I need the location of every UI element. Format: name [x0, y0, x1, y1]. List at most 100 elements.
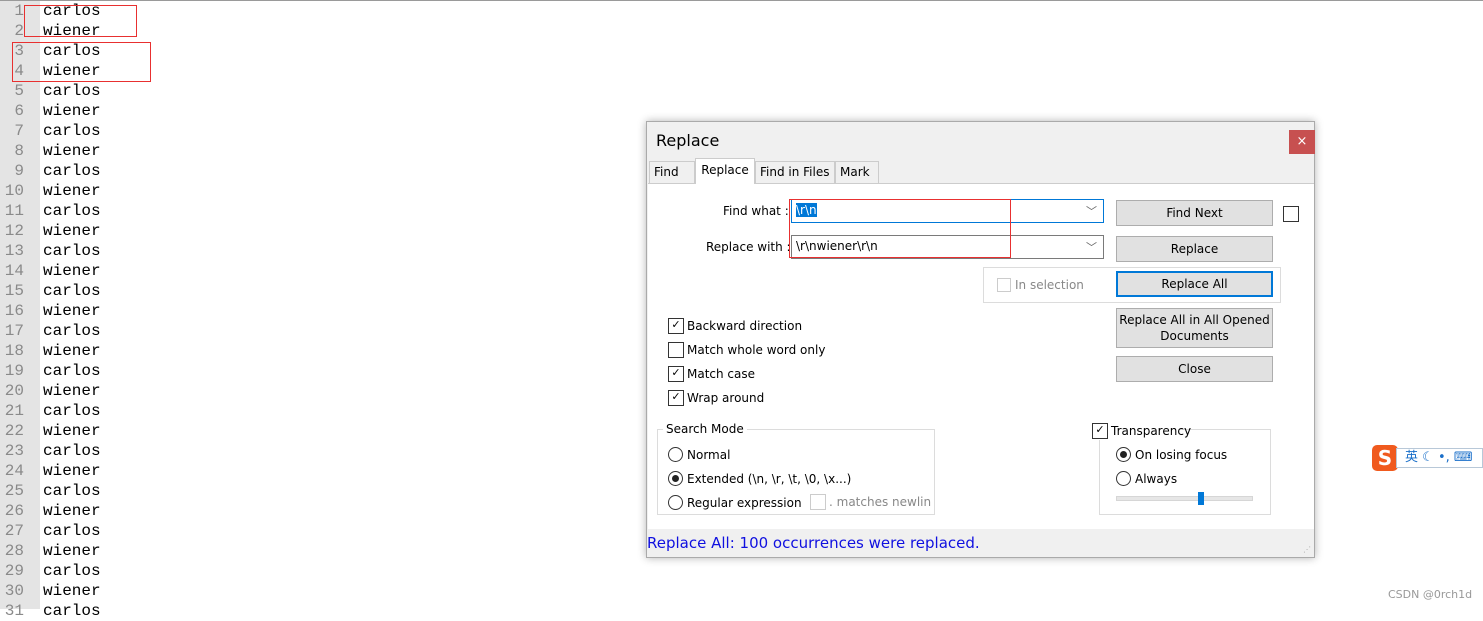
editor-line[interactable]: 6 wiener — [0, 101, 300, 121]
regex-label: Regular expression — [687, 496, 802, 510]
normal-radio[interactable] — [668, 447, 683, 462]
line-number: 7 — [14, 122, 24, 140]
always-label: Always — [1135, 472, 1178, 486]
line-text: wiener — [43, 382, 101, 400]
line-text: carlos — [43, 402, 101, 420]
matches-newline-checkbox[interactable] — [810, 494, 826, 510]
line-text: wiener — [43, 302, 101, 320]
line-text: wiener — [43, 582, 101, 600]
chevron-down-icon[interactable]: ﹀ — [1086, 239, 1097, 255]
line-number: 16 — [4, 302, 24, 320]
keyboard-icon[interactable]: ⌨ — [1454, 450, 1473, 465]
editor-line[interactable]: 22 wiener — [0, 421, 300, 441]
editor-line[interactable]: 9 carlos — [0, 161, 300, 181]
chevron-down-icon[interactable]: ﹀ — [1086, 203, 1097, 219]
on-losing-focus-radio[interactable] — [1116, 447, 1131, 462]
line-number: 1 — [14, 2, 24, 20]
line-text: carlos — [43, 482, 101, 500]
editor-line[interactable]: 29 carlos — [0, 561, 300, 581]
replace-all-opened-button[interactable]: Replace All in All Opened Documents — [1116, 308, 1273, 348]
editor-line[interactable]: 8 wiener — [0, 141, 300, 161]
editor-line[interactable]: 28 wiener — [0, 541, 300, 561]
editor-line[interactable]: 10 wiener — [0, 181, 300, 201]
replace-all-button[interactable]: Replace All — [1116, 271, 1273, 297]
tab-replace[interactable]: Replace — [695, 158, 755, 184]
option-checkbox[interactable] — [668, 342, 684, 358]
extended-radio[interactable] — [668, 471, 683, 486]
always-radio[interactable] — [1116, 471, 1131, 486]
editor-line[interactable]: 31 carlos — [0, 601, 300, 621]
line-text: wiener — [43, 462, 101, 480]
moon-icon[interactable]: ☾ — [1422, 450, 1434, 465]
line-text: wiener — [43, 422, 101, 440]
slider-thumb[interactable] — [1198, 492, 1205, 505]
ime-toolbar[interactable]: S 英 ☾ •, ⌨ — [1372, 445, 1483, 471]
line-number: 5 — [14, 82, 24, 100]
tab-find[interactable]: Find — [649, 161, 695, 183]
line-text: carlos — [43, 82, 101, 100]
editor-line[interactable]: 21 carlos — [0, 401, 300, 421]
option-checkbox[interactable]: ✓ — [668, 318, 684, 334]
editor-line[interactable]: 11 carlos — [0, 201, 300, 221]
line-number: 19 — [4, 362, 24, 380]
editor-line[interactable]: 25 carlos — [0, 481, 300, 501]
line-number: 25 — [4, 482, 24, 500]
line-number: 2 — [14, 22, 24, 40]
editor-line[interactable]: 16 wiener — [0, 301, 300, 321]
editor-line[interactable]: 17 carlos — [0, 321, 300, 341]
find-next-button[interactable]: Find Next — [1116, 200, 1273, 226]
extra-checkbox[interactable] — [1283, 206, 1299, 222]
line-number: 29 — [4, 562, 24, 580]
line-text: carlos — [43, 562, 101, 580]
editor-line[interactable]: 30 wiener — [0, 581, 300, 601]
editor-line[interactable]: 24 wiener — [0, 461, 300, 481]
resize-grip-icon[interactable]: ⋰ — [1303, 545, 1311, 554]
editor-line[interactable]: 26 wiener — [0, 501, 300, 521]
line-text: carlos — [43, 442, 101, 460]
in-selection-label: In selection — [1015, 278, 1084, 292]
option-checkbox[interactable]: ✓ — [668, 366, 684, 382]
line-number: 15 — [4, 282, 24, 300]
editor-line[interactable]: 18 wiener — [0, 341, 300, 361]
line-number: 13 — [4, 242, 24, 260]
line-text: carlos — [43, 602, 101, 620]
normal-label: Normal — [687, 448, 731, 462]
replace-with-label: Replace with : — [706, 240, 791, 254]
line-number: 20 — [4, 382, 24, 400]
line-text: carlos — [43, 162, 101, 180]
tab-mark[interactable]: Mark — [835, 161, 879, 183]
editor-line[interactable]: 15 carlos — [0, 281, 300, 301]
replace-button[interactable]: Replace — [1116, 236, 1273, 262]
line-text: wiener — [43, 222, 101, 240]
transparency-label: Transparency — [1111, 424, 1192, 438]
line-text: wiener — [43, 542, 101, 560]
line-text: carlos — [43, 282, 101, 300]
editor-line[interactable]: 27 carlos — [0, 521, 300, 541]
punctuation-icon[interactable]: •, — [1438, 450, 1450, 465]
transparency-checkbox[interactable]: ✓ — [1092, 423, 1108, 439]
editor-line[interactable]: 7 carlos — [0, 121, 300, 141]
editor-line[interactable]: 12 wiener — [0, 221, 300, 241]
line-text: carlos — [43, 202, 101, 220]
line-text: carlos — [43, 362, 101, 380]
annotation-box — [24, 5, 137, 37]
line-number: 17 — [4, 322, 24, 340]
close-button[interactable]: Close — [1116, 356, 1273, 382]
editor-line[interactable]: 19 carlos — [0, 361, 300, 381]
line-text: wiener — [43, 182, 101, 200]
line-number: 30 — [4, 582, 24, 600]
regex-radio[interactable] — [668, 495, 683, 510]
find-what-label: Find what : — [723, 204, 789, 218]
line-number: 21 — [4, 402, 24, 420]
transparency-slider[interactable] — [1116, 492, 1253, 505]
editor-line[interactable]: 13 carlos — [0, 241, 300, 261]
close-icon[interactable]: × — [1289, 130, 1315, 154]
editor-line[interactable]: 23 carlos — [0, 441, 300, 461]
option-checkbox[interactable]: ✓ — [668, 390, 684, 406]
in-selection-checkbox[interactable] — [997, 278, 1011, 292]
editor-line[interactable]: 20 wiener — [0, 381, 300, 401]
tab-find-in-files[interactable]: Find in Files — [755, 161, 835, 183]
ime-language[interactable]: 英 — [1405, 450, 1418, 465]
editor-line[interactable]: 5 carlos — [0, 81, 300, 101]
editor-line[interactable]: 14 wiener — [0, 261, 300, 281]
